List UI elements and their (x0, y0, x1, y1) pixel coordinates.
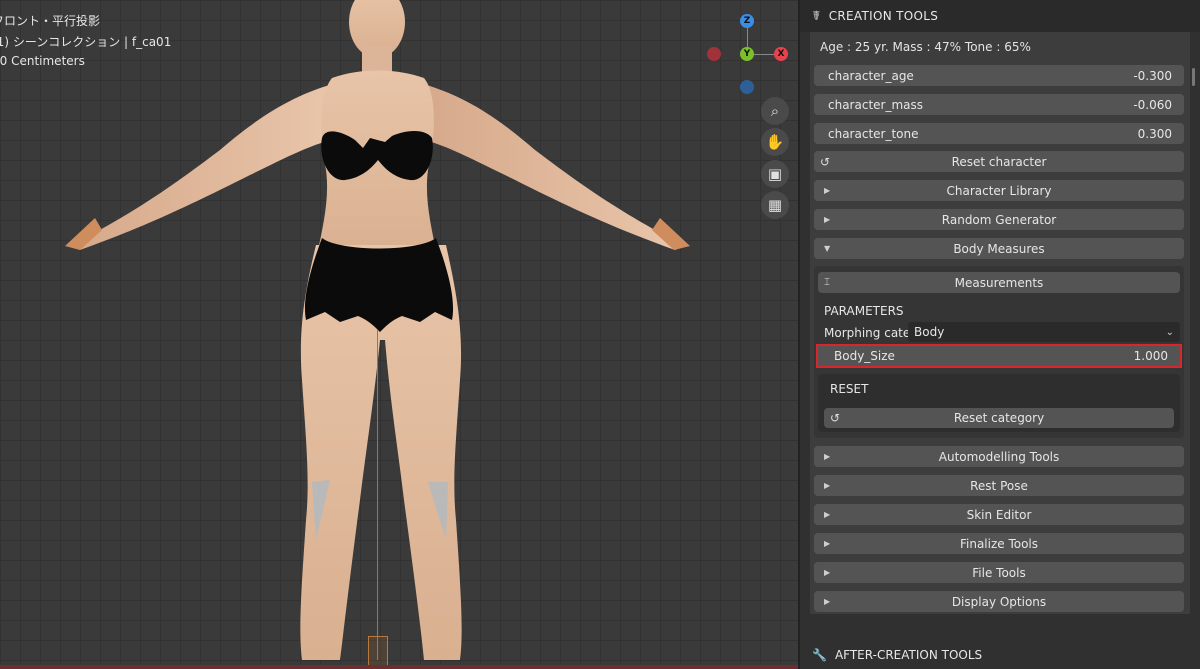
body-measures-panel: ⌶ Measurements PARAMETERS Morphing cate.… (814, 266, 1184, 438)
slider-value: 0.300 (1137, 126, 1172, 141)
gizmo-neg-x-axis[interactable] (707, 47, 721, 61)
slider-value: -0.060 (1133, 97, 1172, 112)
skin-editor-section[interactable]: ▶ Skin Editor (814, 504, 1184, 525)
expand-arrow-icon: ▶ (824, 186, 831, 195)
rest-pose-section[interactable]: ▶ Rest Pose (814, 475, 1184, 496)
hand-icon[interactable]: ✋ (761, 128, 789, 156)
section-label: Rest Pose (970, 478, 1028, 493)
expand-arrow-icon: ▶ (824, 568, 831, 577)
grid-icon[interactable]: ▦ (761, 191, 789, 219)
after-creation-title: AFTER-CREATION TOOLS (834, 648, 983, 662)
slider-label: character_mass (828, 97, 924, 112)
section-label: Display Options (951, 594, 1047, 609)
measurements-button[interactable]: ⌶ Measurements (818, 272, 1180, 293)
button-label: Reset category (953, 411, 1045, 425)
gizmo-neg-y-axis[interactable] (740, 80, 754, 94)
reset-panel: RESET ↺ Reset category (818, 374, 1180, 432)
character-age-slider[interactable]: character_age -0.300 (814, 65, 1184, 86)
expand-arrow-icon: ▶ (824, 597, 831, 606)
character-library-section[interactable]: ▶ Character Library (814, 180, 1184, 201)
gizmo-z-axis[interactable]: Z (740, 14, 754, 28)
character-tone-slider[interactable]: character_tone 0.300 (814, 123, 1184, 144)
section-label: Character Library (946, 183, 1052, 198)
after-creation-tools-header[interactable]: 🔧 AFTER-CREATION TOOLS (812, 648, 982, 662)
gizmo-x-axis[interactable]: X (774, 47, 788, 61)
character-model[interactable] (40, 0, 730, 669)
reset-category-button[interactable]: ↺ Reset category (824, 408, 1174, 428)
collapse-arrow-icon: ▼ (824, 244, 831, 253)
select-value: Body (914, 325, 945, 339)
slider-value: -0.300 (1133, 68, 1172, 83)
reset-character-button[interactable]: ↺ Reset character (814, 151, 1184, 172)
display-options-section[interactable]: ▶ Display Options (814, 591, 1184, 612)
z-axis-line (377, 330, 378, 660)
slider-label: Body_Size (834, 349, 895, 363)
section-label: File Tools (972, 565, 1026, 580)
character-mass-slider[interactable]: character_mass -0.060 (814, 94, 1184, 115)
slider-label: character_tone (828, 126, 919, 141)
body-measures-section[interactable]: ▼ Body Measures (814, 238, 1184, 259)
reset-icon: ↺ (820, 154, 831, 169)
ruler-icon: ⌶ (824, 277, 830, 288)
body-size-slider[interactable]: Body_Size 1.000 (816, 344, 1182, 368)
section-label: Random Generator (941, 212, 1057, 227)
creation-tools-header[interactable]: ☤ CREATION TOOLS (800, 0, 1200, 32)
section-label: Automodelling Tools (938, 449, 1060, 464)
gizmo-y-axis[interactable]: Y (740, 47, 754, 61)
expand-arrow-icon: ▶ (824, 510, 831, 519)
panel-title: CREATION TOOLS (828, 9, 939, 23)
expand-arrow-icon: ▶ (824, 481, 831, 490)
dna-icon: ☤ (812, 8, 821, 24)
chevron-down-icon: ⌄ (1165, 326, 1174, 338)
camera-icon[interactable]: ▣ (761, 160, 789, 188)
section-label: Finalize Tools (959, 536, 1039, 551)
section-label: Body Measures (953, 241, 1045, 256)
automodelling-tools-section[interactable]: ▶ Automodelling Tools (814, 446, 1184, 467)
zoom-icon[interactable]: ⌕ (761, 97, 789, 125)
origin-marker[interactable] (368, 636, 388, 666)
scrollbar[interactable] (1192, 68, 1195, 86)
random-generator-section[interactable]: ▶ Random Generator (814, 209, 1184, 230)
button-label: Reset character (951, 154, 1047, 169)
expand-arrow-icon: ▶ (824, 539, 831, 548)
finalize-tools-section[interactable]: ▶ Finalize Tools (814, 533, 1184, 554)
slider-value: 1.000 (1133, 349, 1168, 363)
slider-label: character_age (828, 68, 914, 83)
section-label: Skin Editor (966, 507, 1032, 522)
character-stats: Age : 25 yr. Mass : 47% Tone : 65% (820, 40, 1031, 54)
file-tools-section[interactable]: ▶ File Tools (814, 562, 1184, 583)
morphing-category-label: Morphing cate.. (824, 326, 918, 340)
wrench-icon: 🔧 (812, 648, 827, 662)
sidebar-panel: ☤ CREATION TOOLS Age : 25 yr. Mass : 47%… (798, 0, 1200, 669)
3d-viewport[interactable]: フロント・平行投影 (1) シーンコレクション | f_ca01 10 Cent… (0, 0, 798, 669)
timeline-edge (0, 665, 798, 669)
expand-arrow-icon: ▶ (824, 215, 831, 224)
button-label: Measurements (954, 275, 1044, 290)
parameters-heading: PARAMETERS (824, 304, 904, 318)
reset-heading: RESET (830, 382, 869, 396)
reset-icon: ↺ (830, 411, 841, 425)
creation-tools-content: Age : 25 yr. Mass : 47% Tone : 65% chara… (810, 32, 1190, 614)
morphing-category-select[interactable]: Body ⌄ (908, 322, 1180, 342)
expand-arrow-icon: ▶ (824, 452, 831, 461)
